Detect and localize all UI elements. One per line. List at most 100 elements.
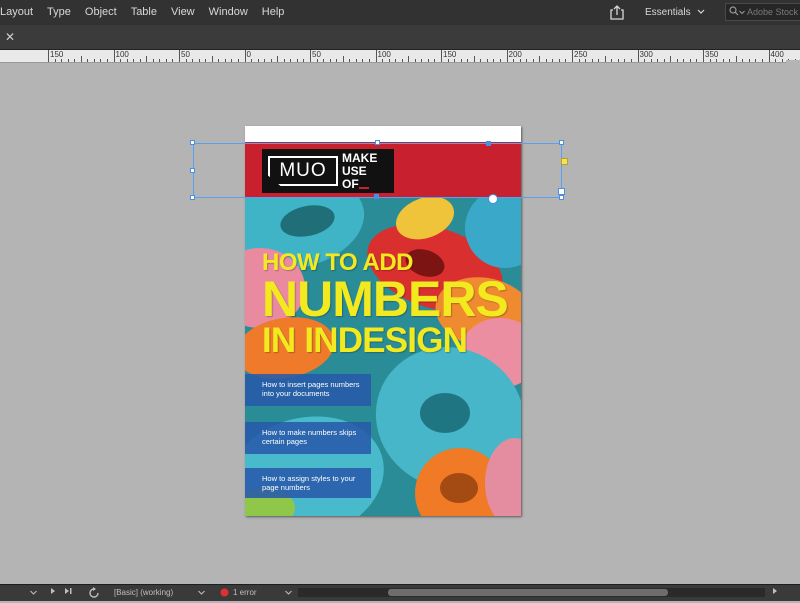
ruler-label: 100	[377, 50, 391, 59]
page-nav-dropdown-icon[interactable]	[30, 587, 37, 599]
horizontal-scrollbar[interactable]	[298, 588, 765, 597]
ruler-minor-tick	[165, 59, 167, 62]
ruler-minor-tick	[323, 59, 325, 62]
ruler-label: 350	[705, 50, 719, 59]
ruler-minor-tick	[172, 59, 174, 62]
ruler-major-tick	[113, 50, 115, 62]
ruler-label: 300	[639, 50, 653, 59]
selection-handle-tm[interactable]	[375, 140, 380, 145]
link-icon[interactable]	[488, 194, 498, 204]
menu-window[interactable]: Window	[202, 0, 255, 25]
ruler-minor-tick	[683, 59, 685, 62]
ruler-minor-tick	[493, 59, 495, 62]
anchor-point[interactable]	[486, 141, 491, 146]
selection-handle-ml[interactable]	[190, 168, 195, 173]
ruler-major-tick	[703, 50, 704, 62]
ruler-minor-tick	[67, 59, 69, 62]
ruler-minor-tick	[106, 59, 108, 62]
ruler-minor-tick	[781, 59, 783, 62]
ruler-minor-tick	[237, 59, 239, 62]
ruler-minor-tick	[545, 59, 547, 62]
refresh-icon[interactable]	[88, 587, 100, 603]
workspace-label: Essentials	[645, 7, 691, 18]
ruler-minor-tick	[192, 59, 194, 62]
ruler-minor-tick	[519, 59, 521, 62]
menu-type[interactable]: Type	[40, 0, 78, 25]
ruler-label: 50	[181, 50, 190, 59]
ruler-minor-tick	[257, 59, 259, 62]
ruler-minor-tick	[198, 59, 200, 62]
ruler-minor-tick	[748, 59, 750, 62]
ruler-minor-tick	[604, 56, 606, 62]
menu-object[interactable]: Object	[78, 0, 124, 25]
ruler-minor-tick	[342, 56, 344, 62]
search-input[interactable]	[745, 7, 800, 17]
corner-options-handle[interactable]	[561, 158, 568, 165]
ruler-minor-tick	[657, 59, 659, 62]
ruler-minor-tick	[290, 59, 292, 62]
ruler-minor-tick	[251, 59, 253, 62]
selection-frame[interactable]	[193, 143, 562, 198]
ruler-minor-tick	[382, 59, 384, 62]
ruler-minor-tick	[709, 59, 711, 62]
menu-bar: Layout Type Object Table View Window Hel…	[0, 0, 800, 25]
scrollbar-thumb[interactable]	[388, 589, 668, 596]
ruler-major-tick	[179, 50, 180, 62]
ruler-minor-tick	[126, 59, 128, 62]
ruler-label: 150	[443, 50, 457, 59]
selection-handle-tl[interactable]	[190, 140, 195, 145]
ruler-label: 400	[770, 50, 784, 59]
selection-handle-br[interactable]	[559, 195, 564, 200]
status-bar: [Basic] (working) 1 error	[0, 584, 800, 601]
menu-help[interactable]: Help	[255, 0, 292, 25]
ruler-minor-tick	[362, 59, 364, 62]
ruler-minor-tick	[303, 59, 305, 62]
ruler-minor-tick	[611, 59, 613, 62]
ruler-minor-tick	[349, 59, 351, 62]
ruler-minor-tick	[54, 59, 56, 62]
stock-search[interactable]	[725, 3, 800, 21]
preflight-status[interactable]: 1 error	[233, 587, 257, 599]
ruler-minor-tick	[486, 59, 488, 62]
ruler-major-tick	[244, 50, 246, 62]
ruler-minor-tick	[454, 59, 456, 62]
close-icon[interactable]: ✕	[2, 29, 18, 45]
ruler-major-tick	[441, 50, 442, 62]
page-style-dropdown-icon[interactable]	[198, 587, 205, 599]
ruler-minor-tick	[211, 56, 213, 62]
ruler-minor-tick	[585, 59, 587, 62]
last-page-icon[interactable]	[64, 587, 73, 599]
ruler-minor-tick	[205, 59, 207, 62]
foam-hole	[440, 473, 478, 503]
menu-view[interactable]: View	[164, 0, 202, 25]
foam-hole	[420, 393, 470, 433]
ruler-minor-tick	[87, 59, 89, 62]
ruler-minor-tick	[427, 59, 429, 62]
ruler-major-tick	[572, 50, 573, 62]
ruler-minor-tick	[578, 59, 580, 62]
page-style-label[interactable]: [Basic] (working)	[114, 587, 173, 599]
ruler-minor-tick	[421, 59, 423, 62]
workspace-switcher[interactable]: Essentials	[645, 4, 705, 21]
share-icon[interactable]	[608, 4, 626, 20]
menu-table[interactable]: Table	[124, 0, 164, 25]
horizontal-ruler[interactable]: 150 100 50 0 50 100 150 200 250 300 350 400	[0, 50, 800, 63]
ruler-label: 0	[246, 50, 251, 59]
scroll-right-icon[interactable]	[772, 587, 778, 599]
selection-handle-tr[interactable]	[559, 140, 564, 145]
selection-handle-bl[interactable]	[190, 195, 195, 200]
ruler-minor-tick	[539, 56, 541, 62]
ruler-minor-tick	[408, 56, 410, 62]
ruler-minor-tick	[565, 59, 567, 62]
next-page-icon[interactable]	[50, 587, 56, 599]
ruler-minor-tick	[755, 59, 757, 62]
selection-center-mark	[374, 194, 379, 199]
ruler-minor-tick	[558, 59, 560, 62]
ruler-label: 100	[115, 50, 129, 59]
preflight-dropdown-icon[interactable]	[285, 587, 292, 599]
ruler-minor-tick	[696, 59, 698, 62]
selection-out-port[interactable]	[558, 188, 565, 195]
ruler-major-tick	[768, 50, 770, 62]
menu-layout[interactable]: Layout	[0, 0, 40, 25]
ruler-minor-tick	[735, 56, 737, 62]
